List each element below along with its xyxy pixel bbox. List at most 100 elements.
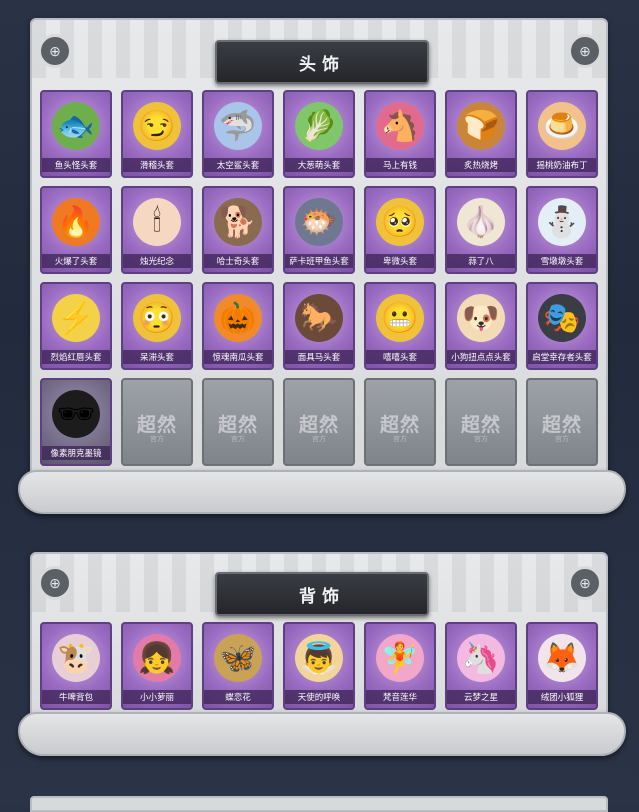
- item-card[interactable]: 🎭 启堂幸存者头套: [526, 282, 598, 370]
- crosshair-ornament-icon: ⊕: [38, 566, 72, 600]
- item-card[interactable]: 🐎 面具马头套: [283, 282, 355, 370]
- item-label: 启堂幸存者头套: [528, 350, 596, 364]
- fish-blob-icon: 🐡: [295, 198, 343, 246]
- item-label: 鱼头怪头套: [42, 158, 110, 172]
- item-card[interactable]: 🔥 火爆了头套: [40, 186, 112, 274]
- pumpkin-icon: 🎃: [214, 294, 262, 342]
- humble-face-icon: 🥺: [376, 198, 424, 246]
- section-title-backwear: 背饰: [215, 572, 429, 616]
- item-label: 萨卡班甲鱼头套: [285, 254, 353, 268]
- headwear-grid: 🐟 鱼头怪头套 😏 滑稽头套 🦈 太空鲨头套 🥬 大葱萌头套 🐴 马上有钱 🍞 炙热烧烤 🍮 摇桃奶油布丁…: [40, 90, 598, 466]
- watermark-sub: 官方: [474, 436, 488, 443]
- item-card[interactable]: 🥬 大葱萌头套: [283, 90, 355, 178]
- item-label: 惊魂南瓜头套: [204, 350, 272, 364]
- shark-icon: 🦈: [214, 102, 262, 150]
- section-title-headwear: 头饰: [215, 40, 429, 84]
- crosshair-ornament-icon: ⊕: [568, 566, 602, 600]
- next-panel-edge: [30, 796, 608, 812]
- item-card[interactable]: 🧄 蒜了八: [445, 186, 517, 274]
- item-card[interactable]: 🦄 云梦之星: [445, 622, 517, 710]
- garlic-icon: 🧄: [457, 198, 505, 246]
- fox-icon: 🦊: [538, 634, 586, 682]
- item-card[interactable]: 🐶 小狗扭点点头套: [445, 282, 517, 370]
- item-card[interactable]: 🦊 绒团小狐狸: [526, 622, 598, 710]
- watermark-logo: 超然: [136, 415, 177, 436]
- lotus-girl-icon: 🧚: [376, 634, 424, 682]
- fire-icon: 🔥: [52, 198, 100, 246]
- item-card[interactable]: 🐡 萨卡班甲鱼头套: [283, 186, 355, 274]
- item-label: 烛光纪念: [123, 254, 191, 268]
- item-label: 卑微头套: [366, 254, 434, 268]
- item-label: 牛啤背包: [42, 690, 110, 704]
- item-card[interactable]: 🎃 惊魂南瓜头套: [202, 282, 274, 370]
- item-label: 炙热烧烤: [447, 158, 515, 172]
- item-label: 小狗扭点点头套: [447, 350, 515, 364]
- item-card[interactable]: 🍞 炙热烧烤: [445, 90, 517, 178]
- item-card[interactable]: 👼 天使的呼唤: [283, 622, 355, 710]
- watermark-sub: 官方: [312, 436, 326, 443]
- watermark-sub: 官方: [555, 436, 569, 443]
- empty-slot: 超然 官方: [283, 378, 355, 466]
- crosshair-ornament-icon: ⊕: [38, 34, 72, 68]
- watermark-logo: 超然: [298, 415, 339, 436]
- item-label: 大葱萌头套: [285, 158, 353, 172]
- item-card[interactable]: 🕯 烛光纪念: [121, 186, 193, 274]
- watermark-sub: 官方: [150, 436, 164, 443]
- item-card[interactable]: 🐟 鱼头怪头套: [40, 90, 112, 178]
- item-card[interactable]: ⚡ 烈焰红唇头套: [40, 282, 112, 370]
- item-card[interactable]: 😏 滑稽头套: [121, 90, 193, 178]
- item-card[interactable]: 😬 嘻嘻头套: [364, 282, 436, 370]
- dazed-face-icon: 😳: [133, 294, 181, 342]
- scroll-bottom-edge: [18, 712, 626, 756]
- gas-mask-icon: 🎭: [538, 294, 586, 342]
- puppy-icon: 🐶: [457, 294, 505, 342]
- scroll-bottom-edge: [18, 470, 626, 514]
- item-card[interactable]: 🦋 蝶恋花: [202, 622, 274, 710]
- item-label: 云梦之星: [447, 690, 515, 704]
- item-card[interactable]: 🧚 梵音莲华: [364, 622, 436, 710]
- item-card[interactable]: 🍮 摇桃奶油布丁: [526, 90, 598, 178]
- funny-face-icon: 😏: [133, 102, 181, 150]
- item-card[interactable]: 🐕 哈士奇头套: [202, 186, 274, 274]
- item-label: 烈焰红唇头套: [42, 350, 110, 364]
- item-label: 太空鲨头套: [204, 158, 272, 172]
- item-label: 天使的呼唤: [285, 690, 353, 704]
- butterfly-flower-icon: 🦋: [214, 634, 262, 682]
- item-label: 哈士奇头套: [204, 254, 272, 268]
- item-label: 嘻嘻头套: [366, 350, 434, 364]
- item-card[interactable]: ⛄ 雪墩墩头套: [526, 186, 598, 274]
- cow-backpack-icon: 🐮: [52, 634, 100, 682]
- watermark-logo: 超然: [379, 415, 420, 436]
- pikachu-icon: ⚡: [52, 294, 100, 342]
- dog-icon: 🐕: [214, 198, 262, 246]
- item-label: 绒团小狐狸: [528, 690, 596, 704]
- fish-head-icon: 🐟: [52, 102, 100, 150]
- empty-slot: 超然 官方: [121, 378, 193, 466]
- empty-slot: 超然 官方: [526, 378, 598, 466]
- item-card[interactable]: 🐴 马上有钱: [364, 90, 436, 178]
- candle-icon: 🕯: [133, 198, 181, 246]
- horse-mask-icon: 🐎: [295, 294, 343, 342]
- horse-money-icon: 🐴: [376, 102, 424, 150]
- item-label: 蝶恋花: [204, 690, 272, 704]
- snowman-icon: ⛄: [538, 198, 586, 246]
- item-card[interactable]: 🕶 像素朋克墨镜: [40, 378, 112, 466]
- item-card[interactable]: 😳 呆滞头套: [121, 282, 193, 370]
- item-label: 雪墩墩头套: [528, 254, 596, 268]
- backwear-grid: 🐮 牛啤背包 👧 小小萝丽 🦋 蝶恋花 👼 天使的呼唤 🧚 梵音莲华 🦄 云梦之星 🦊 绒团小狐狸: [40, 622, 598, 710]
- item-card[interactable]: 👧 小小萝丽: [121, 622, 193, 710]
- item-label: 滑稽头套: [123, 158, 191, 172]
- item-card[interactable]: 🐮 牛啤背包: [40, 622, 112, 710]
- leek-icon: 🥬: [295, 102, 343, 150]
- angel-icon: 👼: [295, 634, 343, 682]
- item-label: 面具马头套: [285, 350, 353, 364]
- item-card[interactable]: 🥺 卑微头套: [364, 186, 436, 274]
- item-label: 马上有钱: [366, 158, 434, 172]
- crosshair-ornament-icon: ⊕: [568, 34, 602, 68]
- watermark-logo: 超然: [217, 415, 258, 436]
- item-label: 小小萝丽: [123, 690, 191, 704]
- item-label: 摇桃奶油布丁: [528, 158, 596, 172]
- item-label: 呆滞头套: [123, 350, 191, 364]
- item-card[interactable]: 🦈 太空鲨头套: [202, 90, 274, 178]
- empty-slot: 超然 官方: [364, 378, 436, 466]
